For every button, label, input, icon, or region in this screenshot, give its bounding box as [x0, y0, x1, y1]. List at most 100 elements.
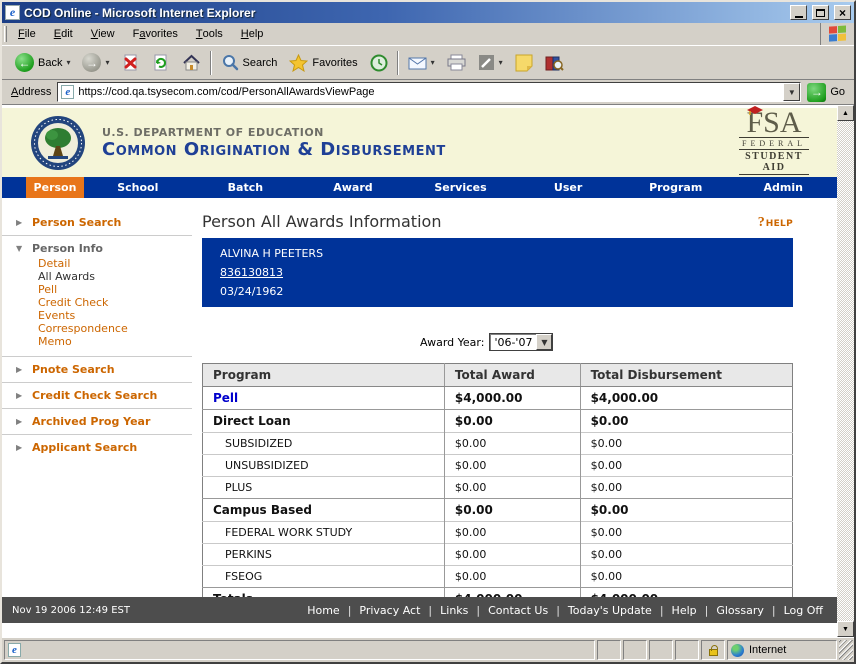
footer-link-help[interactable]: Help: [672, 604, 697, 617]
back-icon: ←: [15, 53, 34, 72]
footer-gap: [2, 623, 837, 637]
menu-tools[interactable]: Tools: [187, 23, 232, 45]
scroll-down-button[interactable]: ▼: [837, 621, 854, 637]
notes-button[interactable]: [509, 49, 539, 77]
refresh-button[interactable]: [146, 49, 176, 77]
favorites-label: Favorites: [312, 57, 357, 69]
favorites-button[interactable]: Favorites: [283, 49, 363, 77]
tab-program[interactable]: Program: [622, 177, 730, 198]
home-button[interactable]: [176, 49, 207, 77]
go-button[interactable]: →: [807, 83, 826, 102]
program-cell: Campus Based: [203, 499, 445, 522]
search-icon: [221, 54, 239, 72]
tab-award[interactable]: Award: [299, 177, 407, 198]
footer-link-log-off[interactable]: Log Off: [784, 604, 823, 617]
awards-table: ProgramTotal AwardTotal Disbursement Pel…: [202, 363, 793, 611]
search-button[interactable]: Search: [215, 49, 284, 77]
column-header-total-disbursement: Total Disbursement: [580, 364, 792, 387]
vertical-scrollbar[interactable]: ▲ ▼: [837, 105, 854, 637]
sidebar-item-person-info[interactable]: ▼Person Info: [2, 242, 192, 255]
research-button[interactable]: [539, 49, 570, 77]
sidebar-item-pnote-search[interactable]: ▶Pnote Search: [2, 363, 192, 376]
person-id-link[interactable]: 836130813: [220, 266, 283, 279]
tab-person[interactable]: Person: [26, 177, 84, 198]
tab-school[interactable]: School: [84, 177, 192, 198]
total-award-cell: $0.00: [444, 455, 580, 477]
back-button[interactable]: ← Back ▾: [9, 49, 76, 77]
back-label: Back: [38, 57, 62, 69]
address-dropdown-button[interactable]: ▼: [783, 83, 800, 101]
mail-button[interactable]: ▾: [402, 49, 441, 77]
total-award-cell: $0.00: [444, 522, 580, 544]
maximize-button[interactable]: [812, 5, 829, 20]
award-year-dropdown-button[interactable]: ▼: [536, 334, 552, 350]
resize-grip[interactable]: [839, 640, 853, 660]
menu-view[interactable]: View: [82, 23, 124, 45]
help-link[interactable]: ? HELP: [758, 215, 793, 231]
windows-logo-icon: [829, 25, 847, 42]
sidebar-item-archived-prog-year[interactable]: ▶Archived Prog Year: [2, 415, 192, 428]
award-year-select[interactable]: '06-'07 ▼: [489, 333, 553, 351]
footer-link-links[interactable]: Links: [440, 604, 468, 617]
menu-bar: FileEditViewFavoritesToolsHelp: [2, 23, 854, 46]
address-url[interactable]: https://cod.qa.tsysecom.com/cod/PersonAl…: [74, 86, 783, 98]
tab-batch[interactable]: Batch: [192, 177, 300, 198]
maximize-icon: [816, 9, 825, 17]
app-name: Common Origination & Disbursement: [102, 139, 739, 160]
scrollbar-track[interactable]: [837, 121, 854, 621]
sidebar-section-archived-prog-year: ▶Archived Prog Year: [2, 408, 192, 434]
sidebar-item-person-search[interactable]: ▶Person Search: [2, 216, 192, 229]
edit-dropdown-icon[interactable]: ▾: [499, 58, 503, 67]
total-disbursement-cell: $0.00: [580, 433, 792, 455]
pell-program-link[interactable]: Pell: [213, 391, 238, 405]
sidebar-subitem-detail[interactable]: Detail: [38, 257, 192, 270]
total-disbursement-cell: $4,000.00: [580, 387, 792, 410]
sidebar-item-credit-check-search[interactable]: ▶Credit Check Search: [2, 389, 192, 402]
stop-button[interactable]: [116, 49, 146, 77]
back-dropdown-icon[interactable]: ▾: [66, 58, 70, 67]
sidebar: ▶Person Search ▼Person Info DetailAll Awar…: [2, 198, 192, 597]
menu-edit[interactable]: Edit: [45, 23, 82, 45]
history-button[interactable]: [364, 49, 394, 77]
sidebar-subitem-memo[interactable]: Memo: [38, 335, 192, 348]
tab-user[interactable]: User: [514, 177, 622, 198]
menu-drag-handle[interactable]: [4, 26, 7, 42]
footer-link-home[interactable]: Home: [307, 604, 339, 617]
triangle-right-icon: ▶: [16, 391, 25, 400]
tab-admin[interactable]: Admin: [729, 177, 837, 198]
sidebar-subitem-events[interactable]: Events: [38, 309, 192, 322]
tab-services[interactable]: Services: [407, 177, 515, 198]
footer-separator: |: [697, 604, 717, 617]
fsa-logo: FSA FEDERAL STUDENT AID: [739, 110, 809, 176]
minimize-icon: [795, 16, 803, 18]
menu-favorites[interactable]: Favorites: [124, 23, 187, 45]
scroll-up-button[interactable]: ▲: [837, 105, 854, 121]
page-title: Person All Awards Information: [202, 212, 441, 231]
address-input[interactable]: e https://cod.qa.tsysecom.com/cod/Person…: [57, 82, 801, 102]
footer-link-contact-us[interactable]: Contact Us: [488, 604, 548, 617]
status-pane: [597, 640, 621, 660]
triangle-right-icon: ▶: [16, 365, 25, 374]
mail-dropdown-icon[interactable]: ▾: [431, 58, 435, 67]
ie-app-icon: e: [5, 5, 20, 20]
forward-button[interactable]: → ▾: [76, 49, 115, 77]
sidebar-item-applicant-search[interactable]: ▶Applicant Search: [2, 441, 192, 454]
forward-dropdown-icon[interactable]: ▾: [105, 58, 109, 67]
sidebar-subitem-correspondence[interactable]: Correspondence: [38, 322, 192, 335]
security-lock-pane: [701, 640, 725, 660]
print-button[interactable]: [441, 49, 472, 77]
sidebar-section-person-info: ▼Person Info DetailAll AwardsPellCredit C…: [2, 235, 192, 356]
edit-button[interactable]: ▾: [472, 49, 509, 77]
column-header-total-award: Total Award: [444, 364, 580, 387]
minimize-button[interactable]: [790, 5, 807, 20]
menu-file[interactable]: File: [9, 23, 45, 45]
menu-help[interactable]: Help: [232, 23, 273, 45]
sidebar-subitem-pell[interactable]: Pell: [38, 283, 192, 296]
column-header-program: Program: [203, 364, 445, 387]
footer-link-privacy-act[interactable]: Privacy Act: [359, 604, 420, 617]
footer-link-today-s-update[interactable]: Today's Update: [568, 604, 652, 617]
sidebar-subitem-credit-check[interactable]: Credit Check: [38, 296, 192, 309]
footer-link-glossary[interactable]: Glossary: [716, 604, 764, 617]
close-button[interactable]: ×: [834, 5, 851, 20]
sidebar-subitem-all-awards[interactable]: All Awards: [38, 270, 192, 283]
